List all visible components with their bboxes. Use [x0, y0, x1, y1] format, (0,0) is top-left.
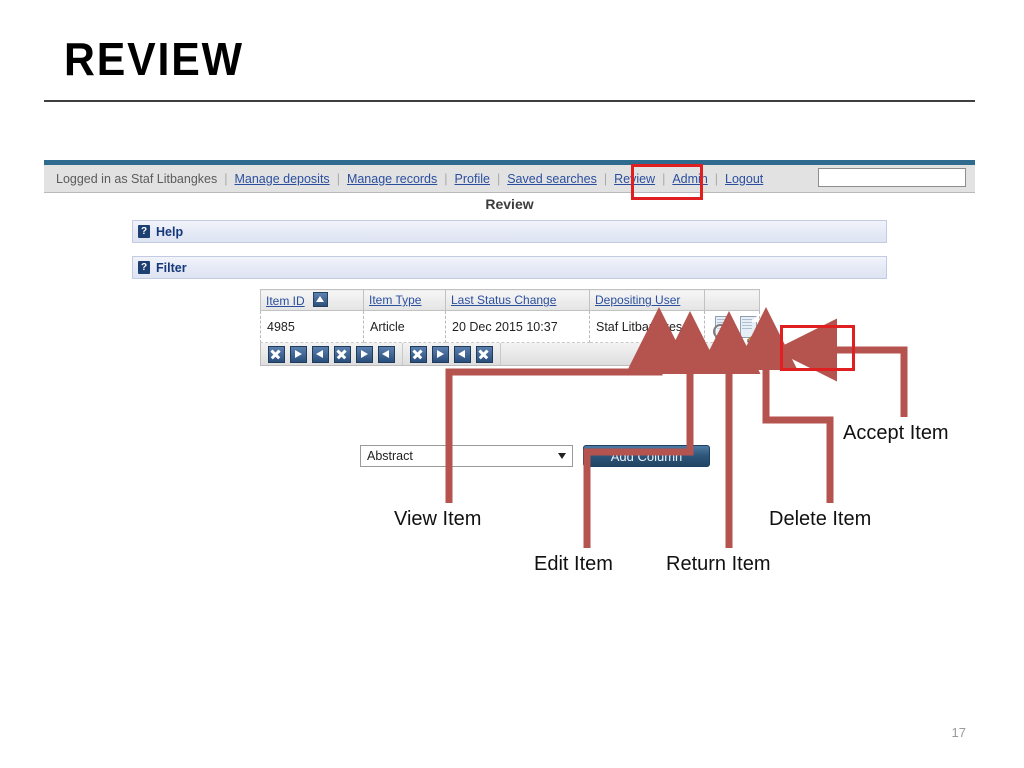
add-column-button[interactable]: Add Column	[583, 445, 710, 467]
column-header-item-type[interactable]: Item Type	[363, 289, 446, 311]
column-header-actions	[704, 289, 760, 311]
column-header-depositing-user-link[interactable]: Depositing User	[595, 293, 680, 307]
nav-logout[interactable]: Logout	[725, 172, 763, 186]
help-panel-header[interactable]: ? Help	[132, 220, 887, 243]
pager-prev-button-3[interactable]	[454, 345, 471, 363]
pager-close-button-3[interactable]	[410, 345, 427, 363]
column-select-wrapper: Abstract	[360, 445, 573, 467]
nav-manage-deposits[interactable]: Manage deposits	[234, 172, 329, 186]
cell-actions	[704, 310, 760, 343]
column-header-item-id-link[interactable]: Item ID	[266, 294, 305, 308]
column-header-item-type-link[interactable]: Item Type	[369, 293, 421, 307]
pager-group-1	[261, 343, 403, 365]
filter-panel-header[interactable]: ? Filter	[132, 256, 887, 279]
nav-separator-4: |	[603, 171, 608, 186]
pager-prev-button-2[interactable]	[378, 345, 395, 363]
column-select[interactable]: Abstract	[360, 445, 573, 467]
cell-item-id: 4985	[260, 310, 364, 343]
nav-separator-0: |	[224, 171, 228, 186]
table-header-row: Item ID Item Type Last Status Change Dep…	[260, 289, 760, 311]
pager-close-button[interactable]	[268, 345, 285, 363]
slide-page-number: 17	[951, 725, 966, 740]
help-panel-label: Help	[156, 224, 184, 239]
nav-manage-records[interactable]: Manage records	[347, 172, 437, 186]
application-screenshot: Logged in as Staf Litbangkes | Manage de…	[44, 160, 975, 467]
page-title: REVIEW	[64, 33, 244, 85]
table-row: 4985 Article 20 Dec 2015 10:37 Staf Litb…	[260, 310, 760, 343]
column-header-last-status-change[interactable]: Last Status Change	[445, 289, 590, 311]
column-header-depositing-user[interactable]: Depositing User	[589, 289, 705, 311]
highlight-box-review-nav	[631, 164, 703, 200]
callout-edit-item: Edit Item	[534, 553, 613, 575]
title-divider	[44, 100, 975, 102]
results-table: Item ID Item Type Last Status Change Dep…	[260, 289, 760, 343]
column-header-last-status-change-link[interactable]: Last Status Change	[451, 293, 556, 307]
callout-return-item: Return Item	[666, 553, 771, 575]
search-input[interactable]	[818, 168, 966, 187]
app-page-heading: Review	[485, 196, 534, 212]
question-icon: ?	[138, 261, 150, 274]
edit-item-icon[interactable]	[740, 315, 759, 342]
column-chooser-row: Abstract Add Column	[360, 445, 710, 467]
pager-group-2	[403, 343, 501, 365]
callout-accept-item: Accept Item	[843, 422, 949, 444]
nav-profile[interactable]: Profile	[455, 172, 490, 186]
cell-depositing-user: Staf Litbangkes	[589, 310, 705, 343]
table-pagination-bar	[260, 343, 760, 366]
sort-ascending-icon[interactable]	[313, 292, 329, 307]
nav-separator-2: |	[444, 171, 448, 186]
logged-in-label: Logged in as Staf Litbangkes	[56, 171, 218, 186]
nav-separator-1: |	[336, 171, 340, 186]
nav-separator-3: |	[496, 171, 501, 186]
pager-close-button-2[interactable]	[334, 345, 351, 363]
filter-panel-label: Filter	[156, 260, 187, 275]
view-item-icon[interactable]	[713, 315, 734, 339]
pager-next-button[interactable]	[290, 345, 307, 363]
question-icon: ?	[138, 225, 150, 238]
callout-delete-item: Delete Item	[769, 508, 872, 530]
pager-group-3	[501, 343, 759, 365]
column-header-item-id[interactable]: Item ID	[260, 289, 364, 311]
cell-item-type: Article	[363, 310, 446, 343]
pager-next-button-3[interactable]	[432, 345, 449, 363]
pager-close-button-4[interactable]	[476, 345, 493, 363]
results-table-container: Item ID Item Type Last Status Change Dep…	[260, 289, 760, 366]
highlight-box-accept-item	[780, 325, 855, 371]
nav-saved-searches[interactable]: Saved searches	[507, 172, 597, 186]
pager-prev-button[interactable]	[312, 345, 329, 363]
app-navigation-bar: Logged in as Staf Litbangkes | Manage de…	[44, 165, 975, 193]
cell-last-status-change: 20 Dec 2015 10:37	[445, 310, 590, 343]
pager-next-button-2[interactable]	[356, 345, 373, 363]
app-content-area: Review ? Help ? Filter Item ID Item Type…	[44, 193, 975, 467]
nav-separator-6: |	[714, 171, 719, 186]
callout-view-item: View Item	[394, 508, 482, 530]
